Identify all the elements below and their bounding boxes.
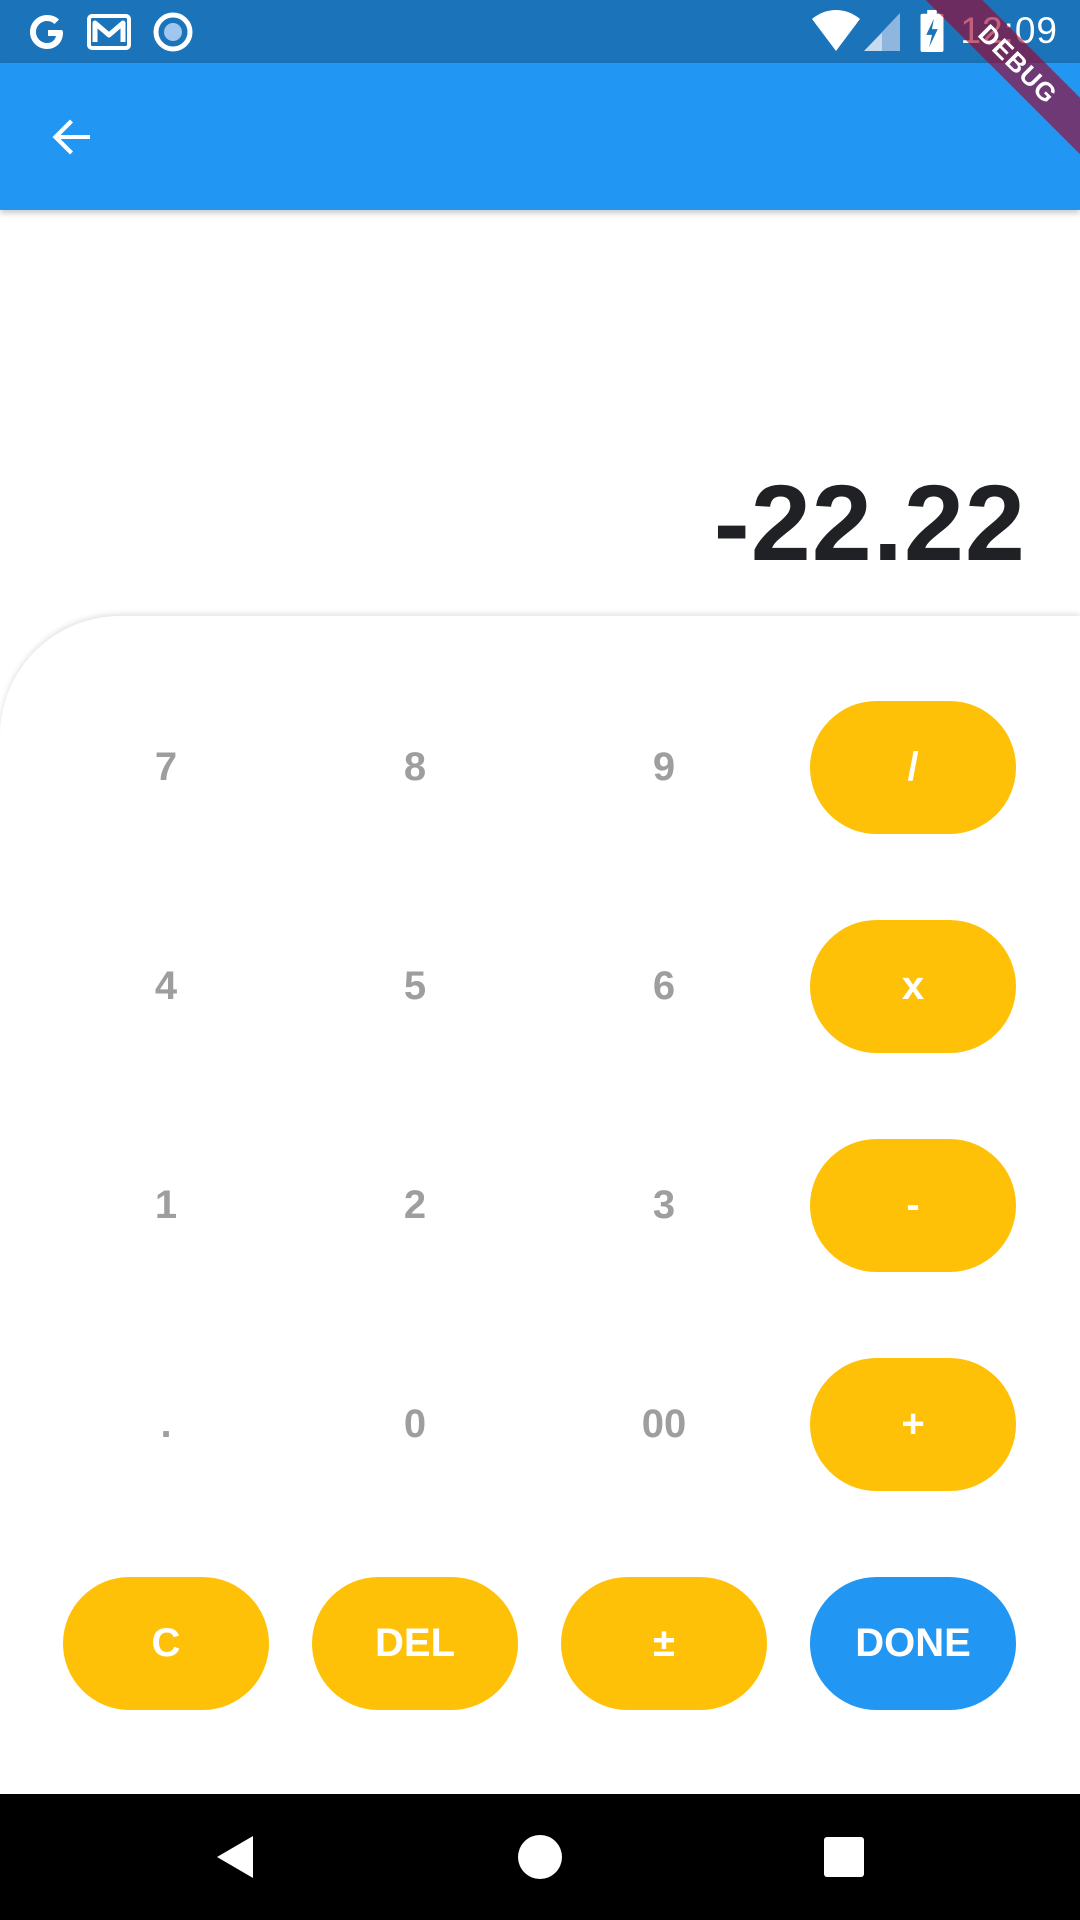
system-nav-bar: [0, 1794, 1080, 1920]
multiply-button[interactable]: x: [810, 920, 1016, 1053]
key-0[interactable]: 0: [312, 1358, 518, 1491]
wifi-icon: [812, 10, 860, 51]
key-5[interactable]: 5: [312, 920, 518, 1053]
add-button[interactable]: +: [810, 1358, 1016, 1491]
key-1[interactable]: 1: [63, 1139, 269, 1272]
back-button[interactable]: [30, 95, 114, 179]
cellular-signal-icon: [864, 13, 900, 51]
nav-back-button[interactable]: [203, 1824, 269, 1890]
battery-charging-icon: [920, 9, 944, 53]
app-bar: [0, 63, 1080, 210]
circle-app-icon: [153, 12, 193, 52]
back-triangle-icon: [217, 1836, 253, 1878]
home-circle-icon: [518, 1835, 562, 1879]
key-9[interactable]: 9: [561, 701, 767, 834]
key-3[interactable]: 3: [561, 1139, 767, 1272]
arrow-back-icon: [52, 119, 90, 155]
nav-recents-button[interactable]: [811, 1824, 877, 1890]
divide-button[interactable]: /: [810, 701, 1016, 834]
calculator-screen: 12:09 DEBUG -22.22 7 8 9 / 4 5 6 x 1 2 3…: [0, 0, 1080, 1920]
display-value: -22.22: [713, 462, 1026, 583]
nav-home-button[interactable]: [507, 1824, 573, 1890]
key-2[interactable]: 2: [312, 1139, 518, 1272]
done-button[interactable]: DONE: [810, 1577, 1016, 1710]
status-bar: 12:09: [0, 0, 1080, 63]
delete-button[interactable]: DEL: [312, 1577, 518, 1710]
key-4[interactable]: 4: [63, 920, 269, 1053]
key-8[interactable]: 8: [312, 701, 518, 834]
clear-button[interactable]: C: [63, 1577, 269, 1710]
key-7[interactable]: 7: [63, 701, 269, 834]
recents-square-icon: [824, 1837, 864, 1877]
decimal-point-button[interactable]: .: [63, 1358, 269, 1491]
gmail-icon: [87, 14, 131, 50]
subtract-button[interactable]: -: [810, 1139, 1016, 1272]
keypad-panel: 7 8 9 / 4 5 6 x 1 2 3 - . 0 00 + C DEL ±…: [0, 616, 1080, 1794]
key-6[interactable]: 6: [561, 920, 767, 1053]
google-g-icon: [30, 15, 63, 49]
plus-minus-button[interactable]: ±: [561, 1577, 767, 1710]
status-time: 12:09: [960, 10, 1058, 51]
key-double-zero[interactable]: 00: [561, 1358, 767, 1491]
